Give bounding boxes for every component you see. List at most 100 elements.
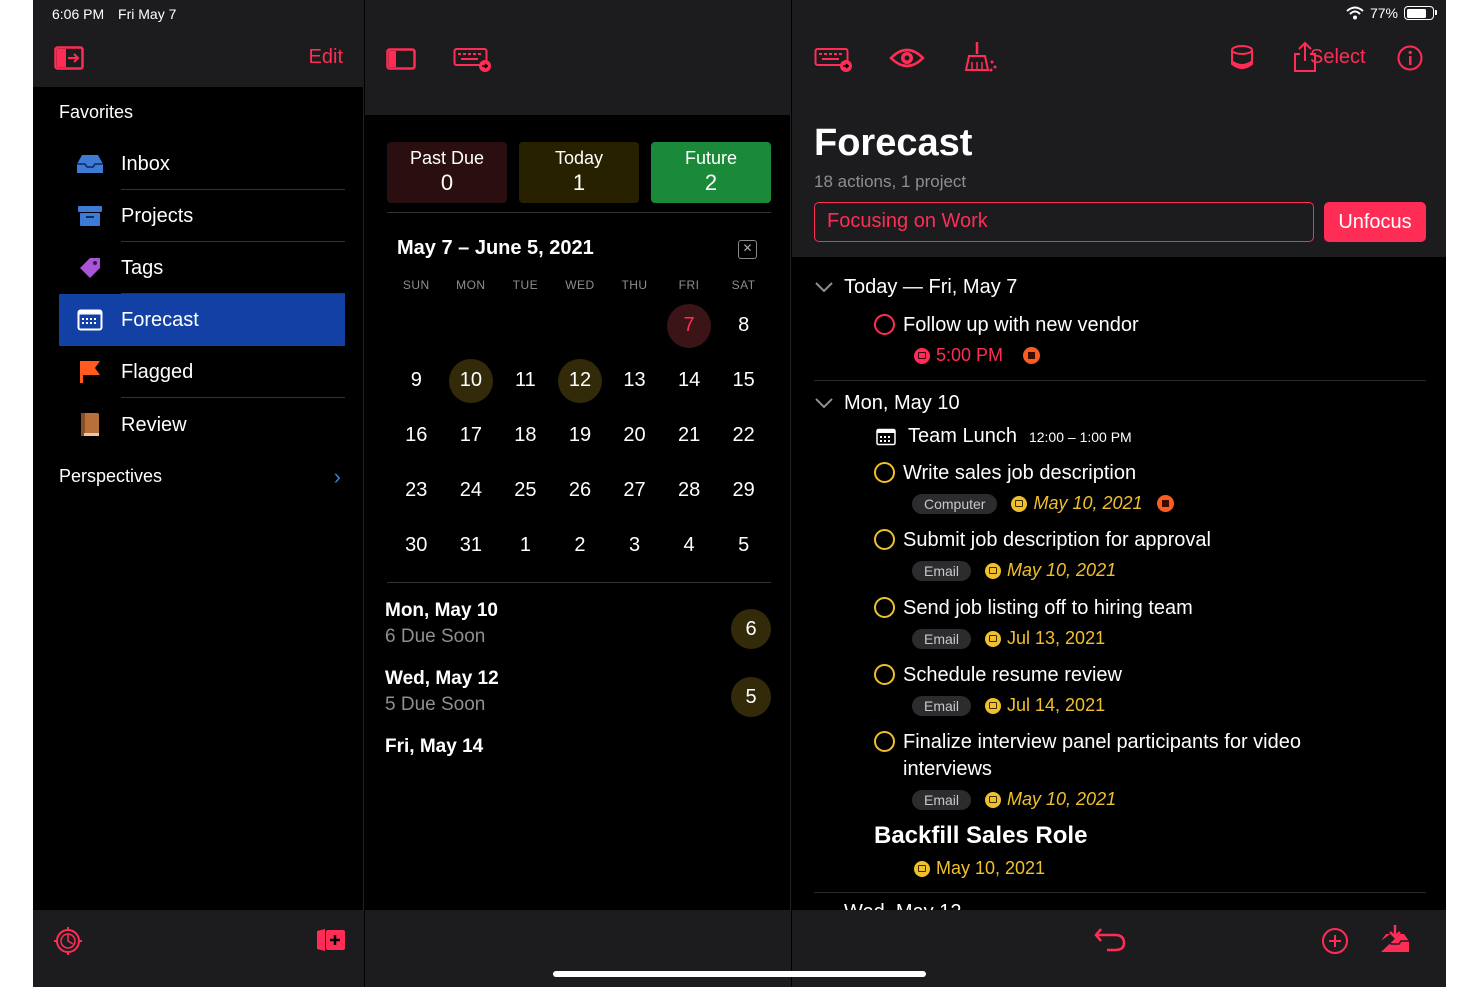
perspectives-row[interactable]: Perspectives › <box>59 464 345 489</box>
add-perspective-icon[interactable] <box>315 926 347 954</box>
calendar-day[interactable]: 30 <box>389 518 444 573</box>
task-title: Submit job description for approval <box>903 529 1211 551</box>
calendar-day-number: 9 <box>410 369 422 391</box>
sidebar-item-review[interactable]: Review <box>59 399 345 451</box>
calendar-badge-icon <box>985 697 1002 714</box>
due-soon-date: Mon, May 10 <box>385 600 498 621</box>
clean-up-broom-icon[interactable] <box>960 40 1000 74</box>
calendar-day[interactable]: 12 <box>553 353 608 408</box>
task-row[interactable]: Schedule resume review <box>874 662 1122 689</box>
calendar-day[interactable]: 3 <box>607 518 662 573</box>
task-row[interactable]: Submit job description for approval <box>874 527 1211 554</box>
due-date: May 10, 2021 <box>1011 493 1143 514</box>
calendar-day-number: 22 <box>732 424 755 446</box>
calendar-day[interactable]: 20 <box>607 408 662 463</box>
calendar-day[interactable]: 22 <box>716 408 771 463</box>
calendar-day[interactable]: 26 <box>553 463 608 518</box>
calendar-day[interactable]: 21 <box>662 408 717 463</box>
calendar-day-number: 29 <box>732 479 755 501</box>
calendar-day[interactable]: 25 <box>498 463 553 518</box>
quick-entry-inbox-icon[interactable] <box>1378 922 1412 956</box>
task-checkbox[interactable] <box>874 462 895 483</box>
task-row[interactable]: Finalize interview panel participants fo… <box>874 729 1344 783</box>
calendar-day-number: 11 <box>515 369 536 391</box>
task-row[interactable]: Write sales job description <box>874 460 1136 487</box>
sidebar-item-flagged[interactable]: Flagged <box>59 346 345 398</box>
group-header-today[interactable]: Today — Fri, May 7 <box>814 276 1017 299</box>
calendar-day[interactable]: 13 <box>607 353 662 408</box>
calendar-day[interactable]: 28 <box>662 463 717 518</box>
focus-indicator[interactable]: Focusing on Work <box>814 202 1314 242</box>
calendar-day[interactable]: 16 <box>389 408 444 463</box>
undo-icon[interactable] <box>1092 924 1128 954</box>
calendar-day[interactable]: 5 <box>716 518 771 573</box>
task-row[interactable]: Follow up with new vendor <box>874 312 1139 339</box>
add-action-icon[interactable] <box>1320 926 1350 956</box>
calendar-day[interactable]: 18 <box>498 408 553 463</box>
calendar-day-number: 15 <box>732 369 755 391</box>
eye-icon[interactable] <box>888 44 926 72</box>
divider <box>814 380 1426 381</box>
project-title[interactable]: Backfill Sales Role <box>874 822 1087 850</box>
sidebar-item-projects[interactable]: Projects <box>59 190 345 242</box>
sidebar-panel-icon[interactable] <box>385 46 417 72</box>
task-checkbox[interactable] <box>874 664 895 685</box>
past-due-segment[interactable]: Past Due 0 <box>387 142 507 203</box>
calendar-day-number: 31 <box>459 534 482 556</box>
select-button[interactable]: Select <box>1310 46 1366 69</box>
task-checkbox[interactable] <box>874 597 895 618</box>
calendar-day[interactable]: 31 <box>444 518 499 573</box>
calendar-day[interactable]: 1 <box>498 518 553 573</box>
weekday-label: TUE <box>512 278 539 292</box>
due-soon-row[interactable]: Wed, May 12 5 Due Soon 5 <box>385 668 771 717</box>
calendar-day[interactable]: 4 <box>662 518 717 573</box>
keyboard-icon[interactable] <box>814 46 854 74</box>
calendar-day[interactable]: 17 <box>444 408 499 463</box>
calendar-day[interactable]: 7 <box>662 298 717 353</box>
group-header-label: Today — Fri, May 7 <box>844 276 1018 298</box>
calendar-day[interactable]: 29 <box>716 463 771 518</box>
settings-gear-icon[interactable] <box>53 926 83 956</box>
calendar-day[interactable]: 9 <box>389 353 444 408</box>
future-count: 2 <box>704 170 718 195</box>
calendar-day-number: 13 <box>623 369 646 391</box>
calendar-day[interactable]: 23 <box>389 463 444 518</box>
today-segment[interactable]: Today 1 <box>519 142 639 203</box>
past-due-label: Past Due <box>409 148 485 168</box>
focus-icon[interactable] <box>1228 44 1256 72</box>
calendar-day[interactable]: 2 <box>553 518 608 573</box>
home-indicator[interactable] <box>553 971 926 977</box>
group-header-may10[interactable]: Mon, May 10 <box>814 392 960 415</box>
future-segment[interactable]: Future 2 <box>651 142 771 203</box>
calendar-badge-icon <box>985 791 1002 808</box>
calendar-event-row[interactable]: Team Lunch 12:00 – 1:00 PM <box>876 425 1132 448</box>
calendar-day[interactable]: 15 <box>716 353 771 408</box>
calendar-day[interactable]: 8 <box>716 298 771 353</box>
sidebar-item-tags[interactable]: Tags <box>59 242 345 294</box>
edit-button[interactable]: Edit <box>309 46 343 69</box>
task-checkbox[interactable] <box>874 731 895 752</box>
due-soon-row[interactable]: Mon, May 10 6 Due Soon 6 <box>385 600 771 649</box>
info-icon[interactable] <box>1396 44 1424 72</box>
calendar-day[interactable]: 24 <box>444 463 499 518</box>
sidebar-item-label: Projects <box>121 190 345 242</box>
calendar-day[interactable]: 10 <box>444 353 499 408</box>
calendar-day[interactable]: 27 <box>607 463 662 518</box>
calendar-day[interactable]: 11 <box>498 353 553 408</box>
unfocus-button[interactable]: Unfocus <box>1324 202 1426 242</box>
task-checkbox[interactable] <box>874 529 895 550</box>
keyboard-icon[interactable] <box>453 46 493 74</box>
sidebar-item-forecast[interactable]: Forecast <box>59 294 345 346</box>
task-row[interactable]: Send job listing off to hiring team <box>874 595 1193 622</box>
status-bar-right: 77% <box>1346 5 1437 21</box>
calendar-day[interactable]: 14 <box>662 353 717 408</box>
due-soon-row[interactable]: Fri, May 14 <box>385 736 771 758</box>
chevron-down-icon <box>814 276 844 299</box>
task-checkbox[interactable] <box>874 314 895 335</box>
close-calendar-icon[interactable]: ✕ <box>738 240 757 259</box>
sidebar-toggle-icon[interactable] <box>53 44 85 72</box>
calendar-badge-icon <box>985 630 1002 647</box>
forecast-icon <box>59 308 121 332</box>
sidebar-item-inbox[interactable]: Inbox <box>59 138 345 190</box>
calendar-day[interactable]: 19 <box>553 408 608 463</box>
